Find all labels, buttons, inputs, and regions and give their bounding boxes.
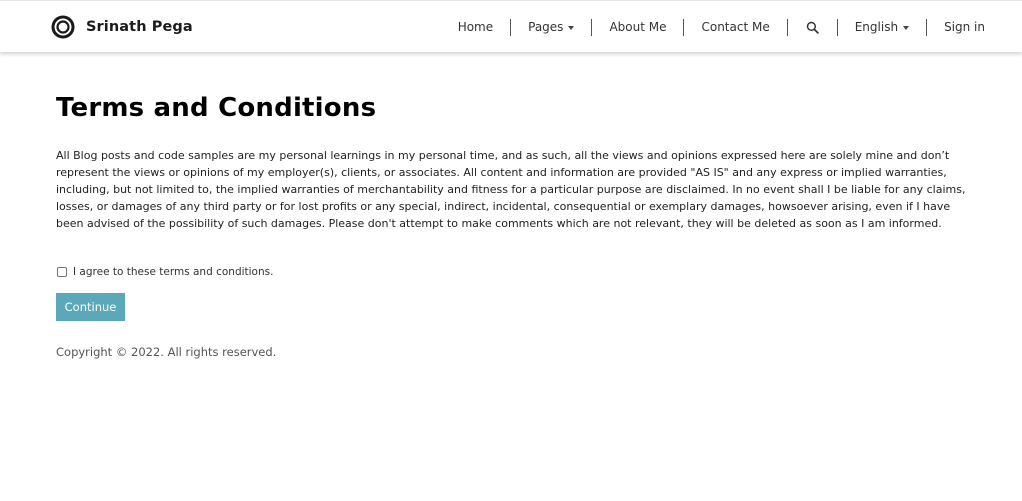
nav-pages-label: Pages [528,20,564,34]
sign-in-link[interactable]: Sign in [944,18,985,36]
caret-down-icon [903,25,910,30]
ring-logo-icon [51,15,75,39]
nav-pages-dropdown[interactable]: Pages [528,18,575,36]
nav-about-link[interactable]: About Me [609,18,666,36]
agree-terms-row[interactable]: I agree to these terms and conditions. [56,265,976,279]
nav-divider [591,18,593,36]
brand-name: Srinath Pega [86,19,193,35]
nav-contact-link[interactable]: Contact Me [701,18,769,36]
agree-terms-checkbox[interactable] [57,267,67,277]
top-navbar: Srinath Pega Home Pages About Me Contact… [0,0,1022,52]
terms-body-text: All Blog posts and code samples are my p… [56,149,966,230]
language-dropdown[interactable]: English [854,18,910,36]
caret-down-icon [568,25,575,30]
search-icon [806,21,819,34]
continue-button[interactable]: Continue [56,293,125,321]
search-button[interactable] [805,21,820,34]
brand-link[interactable]: Srinath Pega [51,14,193,40]
main-nav: Home Pages About Me Contact Me English S… [458,17,985,37]
nav-home-link[interactable]: Home [458,18,493,36]
nav-divider [836,18,838,36]
copyright-text: Copyright © 2022. All rights reserved. [56,345,277,359]
agree-terms-label[interactable]: I agree to these terms and conditions. [73,266,273,278]
terms-content: Terms and Conditions All Blog posts and … [56,92,976,359]
page-title: Terms and Conditions [56,93,377,123]
nav-divider [926,18,928,36]
nav-divider [510,18,512,36]
nav-divider [683,18,685,36]
nav-divider [786,18,788,36]
language-label: English [854,20,899,34]
